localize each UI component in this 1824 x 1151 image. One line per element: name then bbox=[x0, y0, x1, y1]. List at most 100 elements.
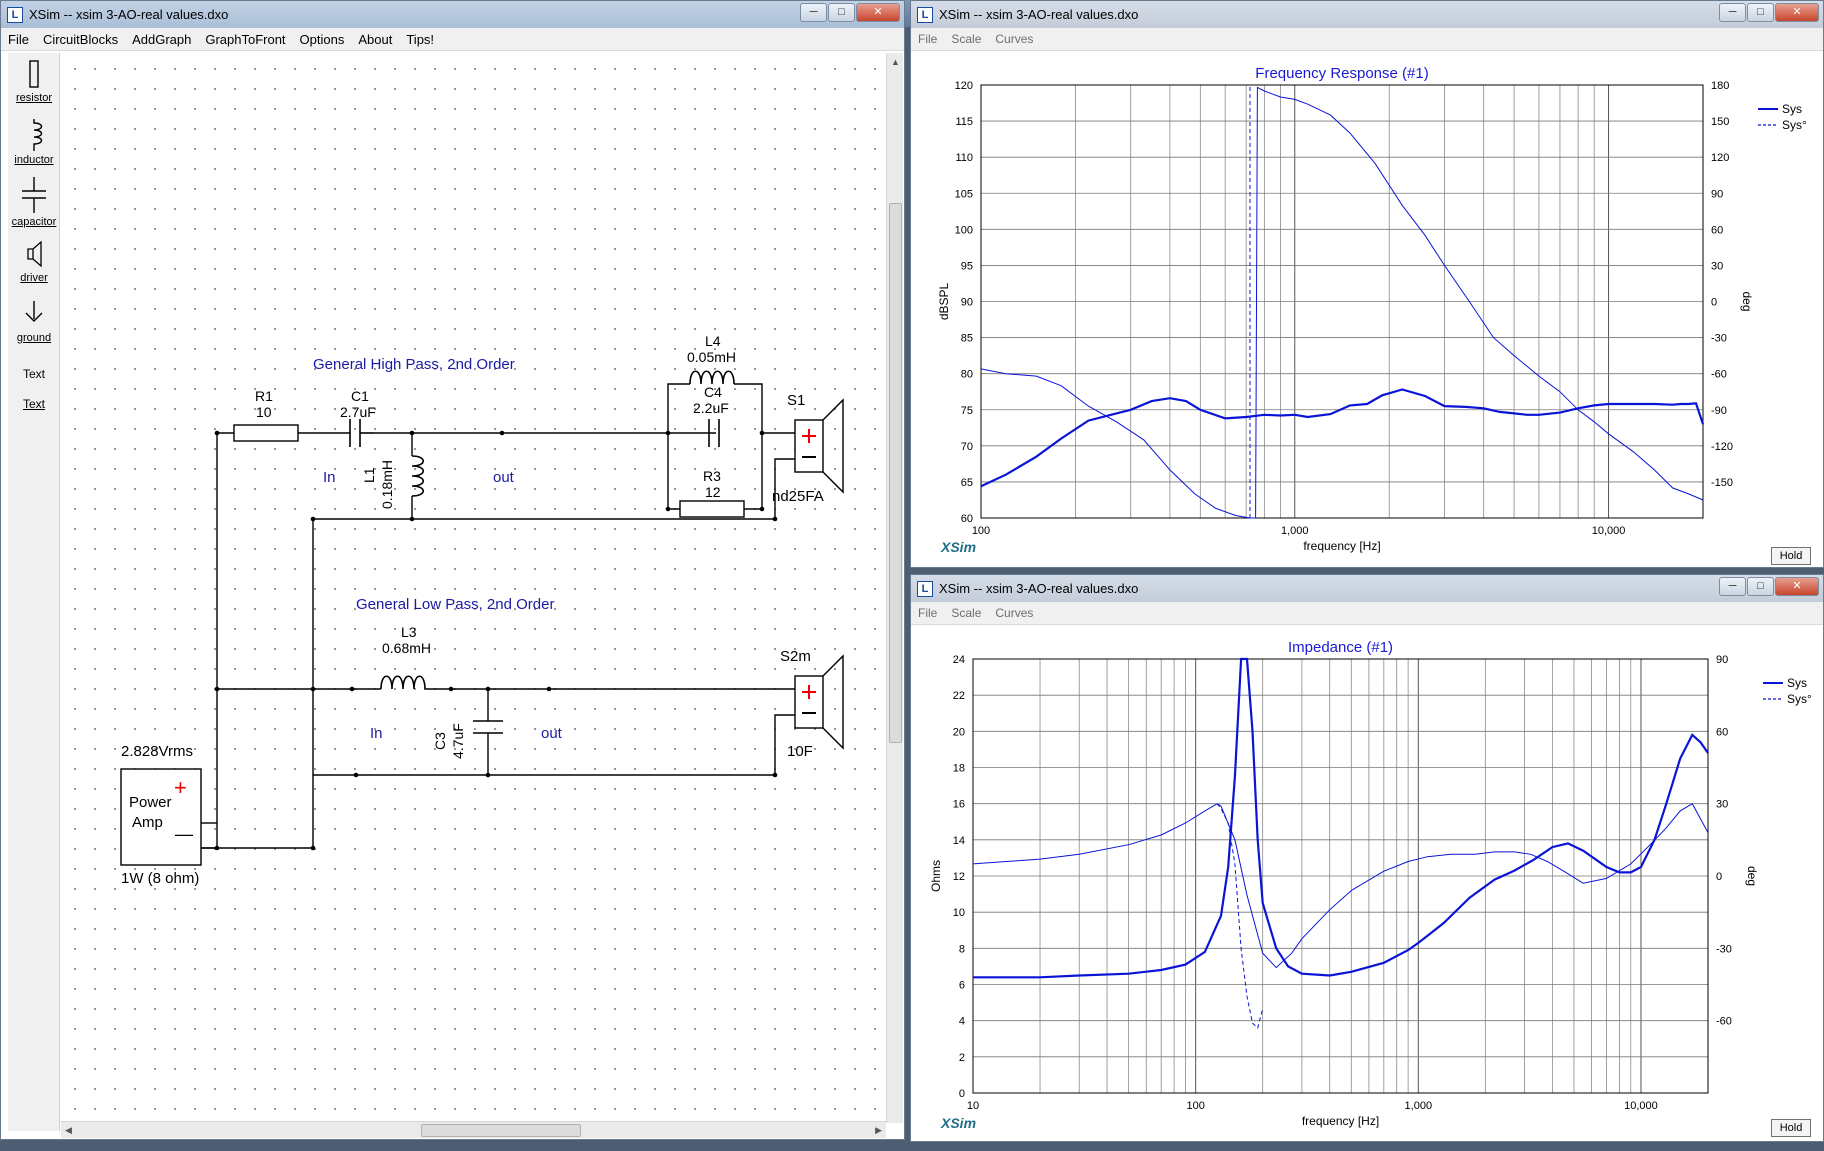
menu-circuitblocks[interactable]: CircuitBlocks bbox=[36, 32, 125, 47]
y-tick-label: 10 bbox=[953, 907, 965, 919]
resistor-r1[interactable] bbox=[233, 424, 299, 442]
impedance-window: L XSim -- xsim 3-AO-real values.dxo ─ □ … bbox=[910, 574, 1824, 1142]
maximize-button[interactable]: □ bbox=[1747, 577, 1774, 596]
freq-plot-area: 60 65 70 75 80 85 90 95 100 105 110 115 120 -150 -120 -… bbox=[911, 51, 1823, 567]
schematic-window: L XSim -- xsim 3-AO-real values.dxo ─ □ … bbox=[0, 0, 905, 1140]
imp-menubar: File Scale Curves bbox=[911, 602, 1823, 625]
tool-resistor[interactable]: resistor bbox=[8, 59, 60, 104]
chart-title: Impedance (#1) bbox=[1288, 639, 1393, 656]
inductor-l4[interactable] bbox=[689, 370, 735, 385]
y-tick-label: 22 bbox=[953, 690, 965, 702]
capacitor-c1[interactable] bbox=[349, 419, 374, 447]
schematic-vertical-scrollbar[interactable]: ▲ bbox=[886, 53, 903, 1123]
x-tick-label: 10,000 bbox=[1592, 525, 1626, 537]
l3-value: 0.68mH bbox=[382, 640, 432, 656]
y2-tick-label: 90 bbox=[1711, 188, 1723, 200]
speaker-s1[interactable] bbox=[794, 398, 844, 494]
menu-tips[interactable]: Tips! bbox=[399, 32, 441, 47]
tool-inductor-label: inductor bbox=[14, 154, 54, 166]
impedance-chart[interactable]: 024681012141618202224-60-30030609010 100 1… bbox=[911, 625, 1824, 1142]
scroll-up-arrow-icon[interactable]: ▲ bbox=[891, 57, 900, 67]
scroll-right-arrow-icon[interactable]: ▶ bbox=[875, 1125, 882, 1136]
series-line bbox=[972, 803, 1709, 969]
minimize-button[interactable]: ─ bbox=[1719, 577, 1746, 596]
amp-voltage: 2.828Vrms bbox=[121, 743, 193, 760]
hold-button[interactable]: Hold bbox=[1771, 1119, 1811, 1137]
c4-value: 2.2uF bbox=[693, 400, 729, 416]
s1-model: nd25FA bbox=[772, 488, 824, 505]
tool-text-link[interactable]: Text bbox=[8, 397, 60, 411]
frequency-response-chart[interactable]: 60 65 70 75 80 85 90 95 100 105 110 115 120 -150 -120 -… bbox=[911, 51, 1824, 568]
y2-tick-label: 60 bbox=[1711, 224, 1723, 236]
tool-text[interactable]: Text bbox=[8, 367, 60, 381]
imp-titlebar[interactable]: L XSim -- xsim 3-AO-real values.dxo ─ □ … bbox=[911, 575, 1823, 602]
x-tick-label: 100 bbox=[972, 525, 990, 537]
close-button[interactable]: ✕ bbox=[856, 3, 900, 22]
scroll-left-arrow-icon[interactable]: ◀ bbox=[65, 1125, 72, 1136]
menu-addgraph[interactable]: AddGraph bbox=[125, 32, 198, 47]
freq-titlebar[interactable]: L XSim -- xsim 3-AO-real values.dxo ─ □ … bbox=[911, 1, 1823, 28]
maximize-button[interactable]: □ bbox=[828, 3, 855, 22]
y2-axis-label: deg bbox=[1745, 866, 1759, 886]
maximize-button[interactable]: □ bbox=[1747, 3, 1774, 22]
ground-icon bbox=[25, 301, 43, 322]
horizontal-scroll-thumb[interactable] bbox=[421, 1124, 581, 1137]
x-tick-label: 100 bbox=[1186, 1100, 1204, 1112]
minimize-button[interactable]: ─ bbox=[800, 3, 827, 22]
y2-tick-label: -90 bbox=[1711, 405, 1727, 417]
menu-graphtofront[interactable]: GraphToFront bbox=[198, 32, 292, 47]
circuit-wires bbox=[201, 383, 795, 849]
y2-tick-label: 0 bbox=[1716, 871, 1722, 883]
menu-file[interactable]: File bbox=[911, 606, 944, 620]
l3-name: L3 bbox=[401, 624, 417, 640]
schematic-window-title: XSim -- xsim 3-AO-real values.dxo bbox=[29, 7, 229, 22]
tool-inductor[interactable]: inductor bbox=[8, 119, 60, 166]
y-tick-label: 2 bbox=[959, 1052, 965, 1064]
speaker-s2[interactable] bbox=[794, 654, 844, 750]
y2-tick-label: -120 bbox=[1711, 441, 1733, 453]
close-button[interactable]: ✕ bbox=[1775, 577, 1819, 596]
capacitor-icon bbox=[22, 177, 46, 213]
resistor-r3[interactable] bbox=[679, 500, 745, 518]
imp-window-title: XSim -- xsim 3-AO-real values.dxo bbox=[939, 581, 1139, 596]
menu-curves[interactable]: Curves bbox=[988, 606, 1040, 620]
schematic-canvas[interactable]: General High Pass, 2nd Order General Low… bbox=[61, 53, 886, 1121]
menu-scale[interactable]: Scale bbox=[944, 32, 988, 46]
c1-value: 2.7uF bbox=[340, 404, 376, 420]
close-button[interactable]: ✕ bbox=[1775, 3, 1819, 22]
capacitor-c3[interactable] bbox=[473, 720, 503, 734]
tool-driver[interactable]: driver bbox=[8, 239, 60, 284]
schematic-titlebar[interactable]: L XSim -- xsim 3-AO-real values.dxo ─ □ … bbox=[1, 1, 904, 28]
y-axis-label: Ohms bbox=[929, 860, 943, 892]
legend-label: Sys bbox=[1787, 676, 1807, 690]
tool-capacitor[interactable]: capacitor bbox=[8, 177, 60, 228]
y2-tick-label: -30 bbox=[1716, 943, 1732, 955]
inductor-l3[interactable] bbox=[380, 675, 433, 690]
hold-button[interactable]: Hold bbox=[1771, 547, 1811, 565]
lp-out-label: out bbox=[541, 725, 562, 742]
menu-scale[interactable]: Scale bbox=[944, 606, 988, 620]
menu-about[interactable]: About bbox=[351, 32, 399, 47]
y2-tick-label: 30 bbox=[1716, 799, 1728, 811]
y-tick-label: 24 bbox=[953, 654, 965, 666]
xsim-logo: XSim bbox=[941, 539, 977, 555]
inductor-l1[interactable] bbox=[411, 455, 425, 497]
xsim-app-icon: L bbox=[917, 6, 933, 23]
l4-name: L4 bbox=[705, 333, 721, 349]
x-tick-label: 1,000 bbox=[1405, 1100, 1433, 1112]
y-tick-label: 16 bbox=[953, 799, 965, 811]
vertical-scroll-thumb[interactable] bbox=[889, 203, 902, 743]
menu-curves[interactable]: Curves bbox=[988, 32, 1040, 46]
menu-file[interactable]: File bbox=[1, 32, 36, 47]
y-tick-label: 100 bbox=[955, 224, 973, 236]
inductor-icon bbox=[33, 119, 43, 151]
menu-options[interactable]: Options bbox=[293, 32, 352, 47]
schematic-horizontal-scrollbar[interactable]: ◀ ▶ bbox=[61, 1121, 886, 1138]
chart-title: Frequency Response (#1) bbox=[1255, 65, 1428, 82]
minimize-button[interactable]: ─ bbox=[1719, 3, 1746, 22]
y-tick-label: 110 bbox=[955, 152, 973, 164]
r3-value: 12 bbox=[705, 484, 721, 500]
menu-file[interactable]: File bbox=[911, 32, 944, 46]
tool-ground[interactable]: ground bbox=[8, 299, 60, 344]
x-axis-label: frequency [Hz] bbox=[1303, 539, 1380, 553]
